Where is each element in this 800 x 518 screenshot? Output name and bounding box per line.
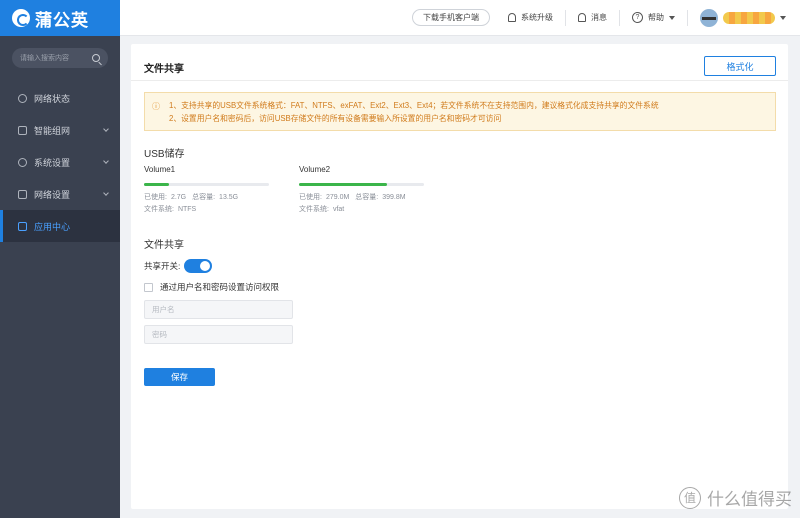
sidebar-item-label: 网络设置 bbox=[34, 189, 71, 200]
sidebar-item-label: 智能组网 bbox=[34, 125, 71, 136]
sidebar-item-network-status[interactable]: 网络状态 bbox=[0, 82, 120, 114]
chevron-down-icon bbox=[103, 126, 109, 132]
caret-down-icon bbox=[780, 15, 786, 20]
divider bbox=[565, 9, 566, 26]
watermark-badge: 值 bbox=[679, 486, 701, 509]
file-share-heading: 文件共享 bbox=[144, 240, 184, 251]
divider bbox=[687, 9, 688, 26]
caret-down-icon bbox=[669, 15, 675, 20]
divider bbox=[619, 9, 620, 26]
logo[interactable]: 蒲公英 bbox=[0, 0, 120, 36]
fs-label: 文件系统: bbox=[144, 206, 174, 213]
usage-bar-fill bbox=[299, 183, 387, 186]
search-input[interactable]: 请输入搜索内容 bbox=[20, 53, 92, 63]
notice-line-1: 1、支持共享的USB文件系统格式：FAT、NTFS、exFAT、Ext2、Ext… bbox=[169, 101, 659, 110]
warning-icon: ⓘ bbox=[152, 102, 160, 111]
page-title: 文件共享 bbox=[144, 64, 184, 75]
user-menu[interactable] bbox=[700, 8, 786, 27]
help-icon: ? bbox=[632, 12, 643, 23]
username-redacted bbox=[723, 11, 775, 24]
volume-card: Volume1 已使用: 2.7G 总容量: 13.5G 文件系统: NTFS bbox=[144, 165, 274, 216]
format-button[interactable]: 格式化 bbox=[704, 56, 776, 76]
notice-box: ⓘ 1、支持共享的USB文件系统格式：FAT、NTFS、exFAT、Ext2、E… bbox=[144, 92, 776, 131]
sidebar-item-label: 系统设置 bbox=[34, 157, 71, 168]
app-center-icon bbox=[18, 221, 27, 231]
divider bbox=[131, 80, 788, 81]
watermark-text: 什么值得买 bbox=[707, 490, 792, 509]
auth-checkbox-row: 通过用户名和密码设置访问权限 bbox=[144, 281, 279, 293]
smart-network-icon bbox=[18, 125, 27, 135]
system-upgrade-button[interactable]: 系统升级 bbox=[508, 12, 553, 23]
chevron-down-icon bbox=[103, 158, 109, 164]
sidebar-item-label: 网络状态 bbox=[34, 93, 71, 104]
watermark: 值 什么值得买 bbox=[679, 485, 792, 510]
used-value: 2.7G bbox=[170, 194, 187, 201]
top-bar: 下载手机客户端 系统升级 消息 ? 帮助 bbox=[120, 0, 800, 36]
volume-usage: 已使用: 2.7G 总容量: 13.5G bbox=[144, 192, 274, 204]
volume-card: Volume2 已使用: 279.0M 总容量: 399.8M 文件系统: vfat bbox=[299, 165, 429, 216]
fs-value: NTFS bbox=[177, 206, 197, 213]
total-label: 总容量: bbox=[192, 194, 216, 201]
gear-icon bbox=[18, 157, 27, 167]
system-upgrade-label: 系统升级 bbox=[521, 13, 553, 22]
network-status-icon bbox=[18, 93, 27, 103]
used-label: 已使用: bbox=[144, 194, 167, 201]
share-switch-label: 共享开关: bbox=[144, 261, 181, 271]
used-label: 已使用: bbox=[299, 194, 322, 201]
notice-line-2: 2、设置用户名和密码后，访问USB存储文件的所有设备需要输入所设置的用户名和密码… bbox=[169, 114, 502, 123]
share-switch-row: 共享开关: bbox=[144, 259, 213, 273]
fs-label: 文件系统: bbox=[299, 206, 329, 213]
avatar bbox=[700, 8, 718, 27]
usage-bar bbox=[299, 183, 424, 186]
used-value: 279.0M bbox=[325, 194, 350, 201]
help-label: 帮助 bbox=[648, 13, 664, 22]
sidebar: 蒲公英 请输入搜索内容 网络状态 智能组网 系统设置 网络设置 应用中心 bbox=[0, 0, 120, 518]
network-settings-icon bbox=[18, 189, 27, 199]
search-icon[interactable] bbox=[92, 54, 100, 62]
messages-button[interactable]: 消息 bbox=[578, 12, 607, 23]
username-field[interactable]: 用户名 bbox=[144, 300, 293, 319]
chevron-down-icon bbox=[103, 190, 109, 196]
sidebar-item-app-center[interactable]: 应用中心 bbox=[0, 210, 120, 242]
brand-name: 蒲公英 bbox=[35, 10, 89, 30]
bell-icon bbox=[578, 13, 586, 22]
volume-filesystem: 文件系统: NTFS bbox=[144, 204, 274, 216]
sidebar-item-smart-network[interactable]: 智能组网 bbox=[0, 114, 120, 146]
search-box[interactable]: 请输入搜索内容 bbox=[12, 48, 108, 68]
file-share-card: 文件共享 格式化 ⓘ 1、支持共享的USB文件系统格式：FAT、NTFS、exF… bbox=[131, 44, 788, 509]
volume-filesystem: 文件系统: vfat bbox=[299, 204, 429, 216]
auth-checkbox-label[interactable]: 通过用户名和密码设置访问权限 bbox=[160, 281, 279, 293]
brand-logo-icon bbox=[12, 9, 30, 27]
save-button[interactable]: 保存 bbox=[144, 368, 215, 386]
volume-usage: 已使用: 279.0M 总容量: 399.8M bbox=[299, 192, 429, 204]
sidebar-item-network-settings[interactable]: 网络设置 bbox=[0, 178, 120, 210]
fs-value: vfat bbox=[332, 206, 345, 213]
total-value: 399.8M bbox=[382, 194, 406, 201]
usage-bar bbox=[144, 183, 269, 186]
volume-name: Volume2 bbox=[299, 165, 331, 174]
sidebar-item-label: 应用中心 bbox=[34, 221, 71, 232]
usb-storage-heading: USB储存 bbox=[144, 149, 185, 160]
total-label: 总容量: bbox=[355, 194, 379, 201]
sidebar-item-system-settings[interactable]: 系统设置 bbox=[0, 146, 120, 178]
volume-name: Volume1 bbox=[144, 165, 176, 174]
auth-checkbox[interactable] bbox=[144, 282, 153, 292]
help-menu[interactable]: ? 帮助 bbox=[632, 12, 675, 23]
total-value: 13.5G bbox=[219, 194, 239, 201]
password-field[interactable]: 密码 bbox=[144, 325, 293, 344]
upgrade-icon bbox=[508, 13, 516, 22]
download-client-button[interactable]: 下载手机客户端 bbox=[412, 9, 490, 26]
share-toggle[interactable] bbox=[184, 259, 213, 273]
usage-bar-fill bbox=[144, 183, 169, 186]
messages-label: 消息 bbox=[591, 13, 607, 22]
